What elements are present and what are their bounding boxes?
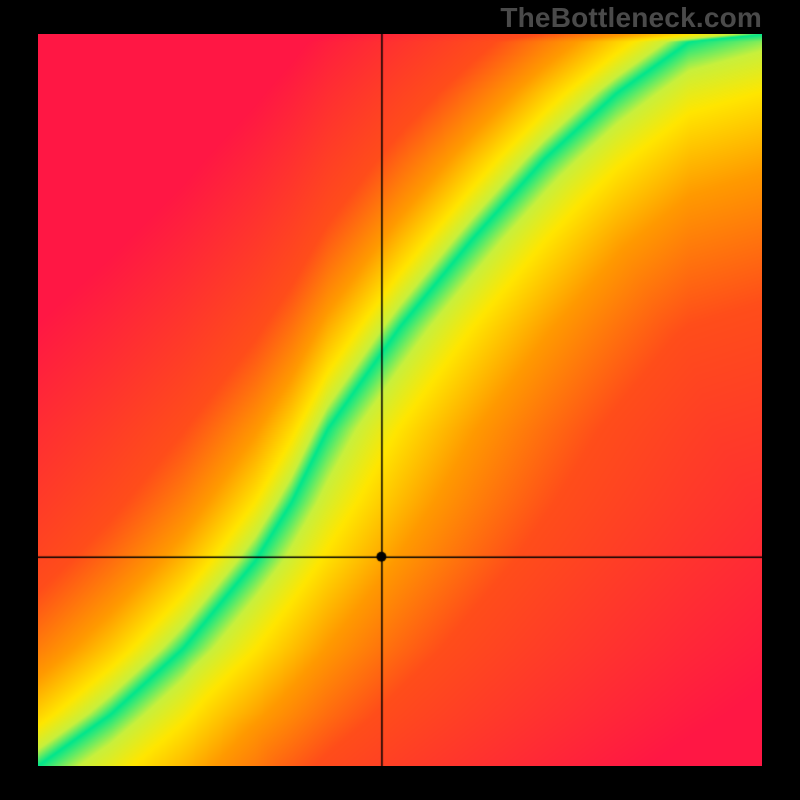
heatmap-canvas xyxy=(38,34,762,766)
watermark-text: TheBottleneck.com xyxy=(500,2,762,34)
chart-frame: TheBottleneck.com xyxy=(0,0,800,800)
